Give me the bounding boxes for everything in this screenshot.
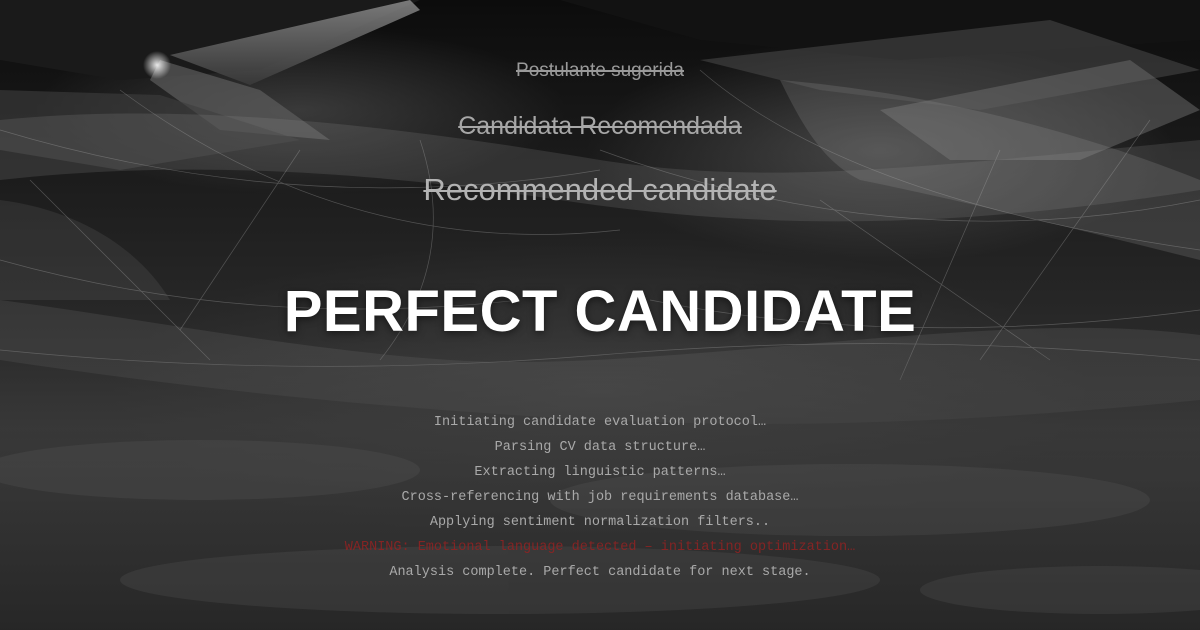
log-line: Parsing CV data structure… xyxy=(494,440,706,455)
log-line-warning: WARNING: Emotional language detected – i… xyxy=(344,540,856,555)
hero-banner: Postulante sugerida Candidata Recomendad… xyxy=(0,0,1200,630)
headline: PERFECT CANDIDATE xyxy=(283,279,917,344)
struck-label-portuguese: Candidata Recomendada xyxy=(458,112,742,140)
log-line: Cross-referencing with job requirements … xyxy=(401,490,799,505)
log-line: Analysis complete. Perfect candidate for… xyxy=(389,565,811,580)
struck-label-spanish: Postulante sugerida xyxy=(516,60,684,81)
log-line: Initiating candidate evaluation protocol… xyxy=(433,415,767,430)
evaluation-log: Initiating candidate evaluation protocol… xyxy=(0,410,1200,585)
struck-label-english: Recommended candidate xyxy=(423,172,777,207)
log-line: Extracting linguistic patterns… xyxy=(474,465,726,480)
log-line: Applying sentiment normalization filters… xyxy=(429,515,771,530)
